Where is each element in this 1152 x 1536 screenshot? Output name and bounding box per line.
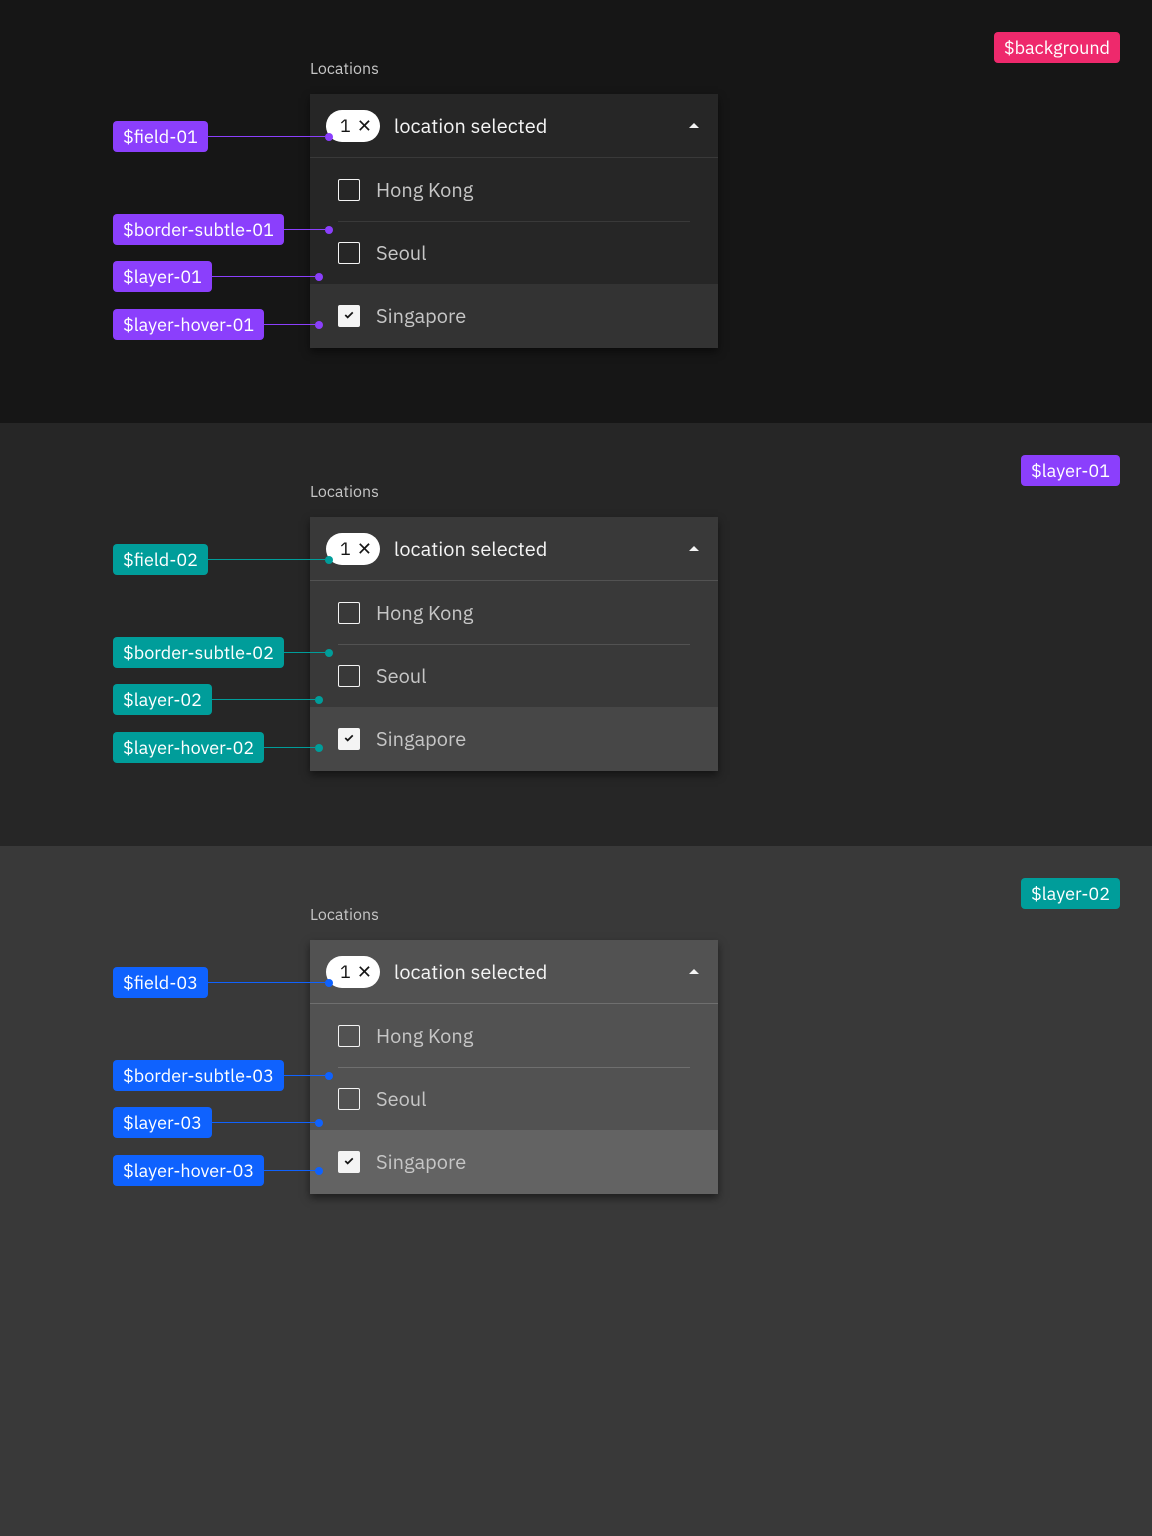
token-tag: $layer-03 xyxy=(113,1107,212,1138)
option-label: Seoul xyxy=(376,1085,427,1113)
field-label: Locations xyxy=(310,481,379,503)
corner-token: $layer-01 xyxy=(1021,455,1120,486)
checkbox-icon xyxy=(338,1088,360,1110)
anno-layer-hover: $layer-hover-02 xyxy=(113,732,323,763)
selection-text: location selected xyxy=(394,535,686,563)
selection-pill[interactable]: 1 ✕ xyxy=(326,533,380,565)
option-seoul[interactable]: Seoul xyxy=(310,644,718,707)
token-tag: $layer-hover-01 xyxy=(113,309,264,340)
multiselect-field[interactable]: 1 ✕ location selected xyxy=(310,517,718,581)
token-tag: $layer-01 xyxy=(113,261,212,292)
multiselect-field[interactable]: 1 ✕ location selected xyxy=(310,94,718,158)
token-tag: $field-02 xyxy=(113,544,208,575)
token-tag: $border-subtle-02 xyxy=(113,637,284,668)
option-hong-kong[interactable]: Hong Kong xyxy=(310,1004,718,1067)
anno-field: $field-01 xyxy=(113,121,333,152)
option-hong-kong[interactable]: Hong Kong xyxy=(310,581,718,644)
selection-pill[interactable]: 1 ✕ xyxy=(326,956,380,988)
checkbox-icon xyxy=(338,242,360,264)
checkbox-icon xyxy=(338,602,360,624)
corner-token: $background xyxy=(994,32,1120,63)
anno-layer: $layer-03 xyxy=(113,1107,323,1138)
token-tag: $border-subtle-01 xyxy=(113,214,284,245)
zone-layer-02: $layer-02 Locations 1 ✕ location selecte… xyxy=(0,846,1152,1536)
option-label: Hong Kong xyxy=(376,1022,473,1050)
zone-background: $background Locations 1 ✕ location selec… xyxy=(0,0,1152,423)
checkbox-icon xyxy=(338,1025,360,1047)
anno-border-subtle: $border-subtle-01 xyxy=(113,214,333,245)
selection-count: 1 xyxy=(340,113,351,138)
close-icon[interactable]: ✕ xyxy=(357,540,372,558)
option-label: Hong Kong xyxy=(376,599,473,627)
anno-layer: $layer-01 xyxy=(113,261,323,292)
selection-text: location selected xyxy=(394,958,686,986)
anno-layer-hover: $layer-hover-01 xyxy=(113,309,323,340)
multiselect: 1 ✕ location selected Hong Kong Seoul Si… xyxy=(310,517,718,771)
option-label: Seoul xyxy=(376,662,427,690)
anno-border-subtle: $border-subtle-03 xyxy=(113,1060,333,1091)
selection-text: location selected xyxy=(394,112,686,140)
token-tag: $layer-hover-03 xyxy=(113,1155,264,1186)
options-menu: Hong Kong Seoul Singapore xyxy=(310,1004,718,1194)
anno-layer: $layer-02 xyxy=(113,684,323,715)
selection-count: 1 xyxy=(340,959,351,984)
chevron-up-icon xyxy=(686,541,702,557)
anno-field: $field-02 xyxy=(113,544,333,575)
checkbox-icon xyxy=(338,665,360,687)
checkbox-checked-icon xyxy=(338,1151,360,1173)
token-tag: $field-03 xyxy=(113,967,208,998)
option-label: Singapore xyxy=(376,1148,466,1176)
chevron-up-icon xyxy=(686,118,702,134)
multiselect-field[interactable]: 1 ✕ location selected xyxy=(310,940,718,1004)
close-icon[interactable]: ✕ xyxy=(357,117,372,135)
option-seoul[interactable]: Seoul xyxy=(310,221,718,284)
chevron-up-icon xyxy=(686,964,702,980)
option-singapore[interactable]: Singapore xyxy=(310,707,718,771)
token-tag: $layer-02 xyxy=(113,684,212,715)
option-label: Seoul xyxy=(376,239,427,267)
token-tag: $layer-hover-02 xyxy=(113,732,264,763)
selection-pill[interactable]: 1 ✕ xyxy=(326,110,380,142)
option-label: Hong Kong xyxy=(376,176,473,204)
field-label: Locations xyxy=(310,58,379,80)
option-singapore[interactable]: Singapore xyxy=(310,1130,718,1194)
checkbox-checked-icon xyxy=(338,305,360,327)
option-label: Singapore xyxy=(376,302,466,330)
options-menu: Hong Kong Seoul Singapore xyxy=(310,158,718,348)
anno-border-subtle: $border-subtle-02 xyxy=(113,637,333,668)
close-icon[interactable]: ✕ xyxy=(357,963,372,981)
option-hong-kong[interactable]: Hong Kong xyxy=(310,158,718,221)
token-tag: $field-01 xyxy=(113,121,208,152)
selection-count: 1 xyxy=(340,536,351,561)
option-label: Singapore xyxy=(376,725,466,753)
multiselect: 1 ✕ location selected Hong Kong Seoul Si… xyxy=(310,94,718,348)
option-singapore[interactable]: Singapore xyxy=(310,284,718,348)
option-seoul[interactable]: Seoul xyxy=(310,1067,718,1130)
anno-field: $field-03 xyxy=(113,967,333,998)
checkbox-icon xyxy=(338,179,360,201)
checkbox-checked-icon xyxy=(338,728,360,750)
zone-layer-01: $layer-01 Locations 1 ✕ location selecte… xyxy=(0,423,1152,846)
field-label: Locations xyxy=(310,904,379,926)
corner-token: $layer-02 xyxy=(1021,878,1120,909)
anno-layer-hover: $layer-hover-03 xyxy=(113,1155,323,1186)
options-menu: Hong Kong Seoul Singapore xyxy=(310,581,718,771)
token-tag: $border-subtle-03 xyxy=(113,1060,284,1091)
multiselect: 1 ✕ location selected Hong Kong Seoul Si… xyxy=(310,940,718,1194)
